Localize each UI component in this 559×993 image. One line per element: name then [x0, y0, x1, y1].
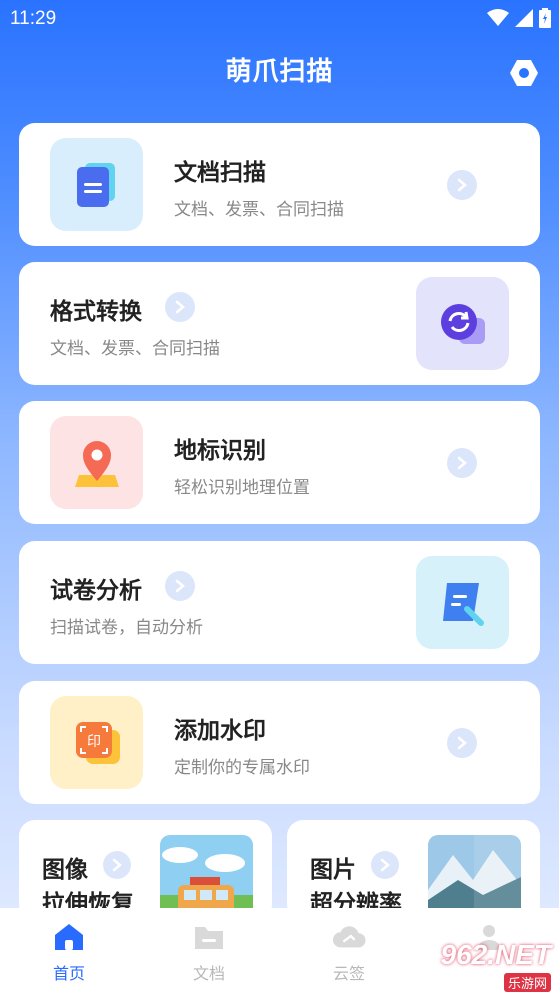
card-title: 地标识别 [174, 438, 266, 464]
cloud-icon [332, 920, 366, 954]
card-title: 格式转换 [50, 299, 142, 325]
top-bar: 萌爪扫描 [0, 50, 559, 94]
card-document-scan[interactable]: 文档扫描 文档、发票、合同扫描 [19, 123, 540, 246]
folder-icon [192, 920, 226, 954]
settings-hexagon-icon [510, 60, 538, 86]
nav-item-documents[interactable]: 文档 [174, 920, 244, 984]
watermark-subtext: 乐游网 [503, 973, 551, 992]
scroll-icon [416, 556, 509, 649]
nav-item-home[interactable]: 首页 [34, 920, 104, 984]
card-title-line1: 图片 [310, 857, 356, 883]
status-time: 11:29 [10, 8, 57, 29]
convert-icon [416, 277, 509, 370]
card-format-convert[interactable]: 格式转换 文档、发票、合同扫描 [19, 262, 540, 385]
card-subtitle: 定制你的专属水印 [174, 758, 310, 778]
nav-item-cloud-sign[interactable]: 云签 [314, 920, 384, 984]
nav-label: 首页 [52, 964, 85, 983]
card-landmark-recognition[interactable]: 地标识别 轻松识别地理位置 [19, 401, 540, 524]
card-title: 试卷分析 [50, 578, 142, 604]
chevron-right-icon[interactable] [165, 571, 195, 601]
status-bar: 11:29 [0, 0, 559, 38]
stamp-icon: 印 [50, 696, 143, 789]
chevron-right-icon[interactable] [103, 851, 131, 879]
signal-icon [515, 9, 533, 27]
card-subtitle: 轻松识别地理位置 [174, 478, 310, 498]
chevron-right-icon[interactable] [165, 292, 195, 322]
chevron-right-icon[interactable] [371, 851, 399, 879]
card-image-super-resolution[interactable]: 图片 超分辨率 [287, 820, 540, 920]
card-subtitle: 扫描试卷，自动分析 [50, 618, 203, 638]
card-subtitle: 文档、发票、合同扫描 [174, 200, 344, 220]
card-title-line1: 图像 [42, 857, 88, 883]
wifi-icon [487, 9, 509, 26]
card-title: 添加水印 [174, 718, 266, 744]
svg-text:印: 印 [87, 734, 101, 750]
chevron-right-icon[interactable] [447, 728, 477, 758]
card-add-watermark[interactable]: 印 添加水印 定制你的专属水印 [19, 681, 540, 804]
document-icon [50, 138, 143, 231]
watermark-text: 962.NET [440, 939, 552, 970]
nav-label: 文档 [192, 964, 225, 983]
card-subtitle: 文档、发票、合同扫描 [50, 339, 220, 359]
nav-label: 云签 [332, 964, 365, 983]
card-exam-analysis[interactable]: 试卷分析 扫描试卷，自动分析 [19, 541, 540, 664]
settings-button[interactable] [507, 56, 541, 90]
status-icons [487, 8, 551, 28]
location-pin-icon [50, 416, 143, 509]
chevron-right-icon[interactable] [447, 448, 477, 478]
battery-icon [539, 8, 551, 28]
app-title: 萌爪扫描 [225, 57, 334, 87]
chevron-right-icon[interactable] [447, 170, 477, 200]
card-image-stretch-restore[interactable]: 图像 拉伸恢复 [19, 820, 272, 920]
site-watermark: 962.NET 乐游网 [419, 925, 559, 993]
card-title: 文档扫描 [174, 160, 266, 186]
home-icon [52, 920, 86, 954]
